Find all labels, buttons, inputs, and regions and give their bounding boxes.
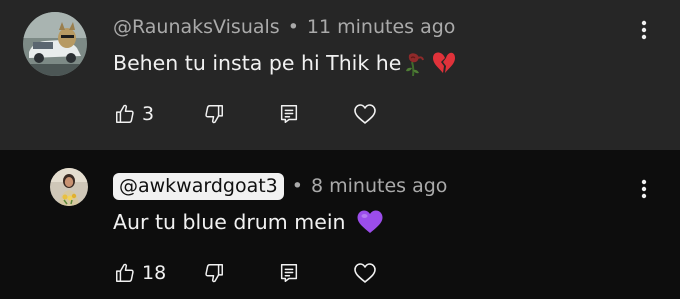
separator-dot: • xyxy=(291,175,303,197)
comment-text: Aur tu blue drum mein xyxy=(113,210,346,234)
separator-dot: • xyxy=(287,16,299,38)
author-name[interactable]: @RaunaksVisuals xyxy=(113,16,280,38)
heart-icon xyxy=(353,103,377,125)
comment-raunaksvisuals: @RaunaksVisuals • 11 minutes ago Behen t… xyxy=(0,0,680,150)
heart-icon xyxy=(353,262,377,284)
heart-button[interactable] xyxy=(353,101,377,127)
wilted-rose-emoji xyxy=(403,50,427,76)
comment-text-row: Aur tu blue drum mein xyxy=(113,206,384,238)
purple-heart-emoji xyxy=(356,209,384,235)
dislike-button[interactable] xyxy=(203,260,225,286)
comment-meta: @awkwardgoat3 • 8 minutes ago xyxy=(113,172,447,200)
comment-text-row: Behen tu insta pe hi Thik he xyxy=(113,48,457,78)
reply-icon xyxy=(278,103,300,125)
like-count: 3 xyxy=(142,103,155,125)
more-vert-icon xyxy=(641,20,647,44)
thumbs-up-icon xyxy=(114,103,136,125)
broken-heart-emoji xyxy=(431,51,457,75)
thumbs-up-icon xyxy=(114,262,136,284)
dislike-button[interactable] xyxy=(203,101,225,127)
heart-button[interactable] xyxy=(353,260,377,286)
comment-timestamp[interactable]: 8 minutes ago xyxy=(311,175,447,197)
like-button[interactable]: 18 xyxy=(114,260,166,286)
more-options-button[interactable] xyxy=(634,176,654,206)
reply-icon xyxy=(278,262,300,284)
like-button[interactable]: 3 xyxy=(114,101,154,127)
thumbs-down-icon xyxy=(203,103,225,125)
car-avatar[interactable] xyxy=(23,12,87,76)
reply-button[interactable] xyxy=(278,101,300,127)
thumbs-down-icon xyxy=(203,262,225,284)
comment-timestamp[interactable]: 11 minutes ago xyxy=(307,16,456,38)
more-vert-icon xyxy=(641,179,647,203)
author-name[interactable]: @awkwardgoat3 xyxy=(113,172,284,200)
reply-button[interactable] xyxy=(278,260,300,286)
person-avatar[interactable] xyxy=(50,168,88,206)
comment-awkwardgoat3: @awkwardgoat3 • 8 minutes ago Aur tu blu… xyxy=(0,150,680,299)
like-count: 18 xyxy=(142,262,167,284)
comment-meta: @RaunaksVisuals • 11 minutes ago xyxy=(113,13,455,41)
comment-text: Behen tu insta pe hi Thik he xyxy=(113,51,402,75)
more-options-button[interactable] xyxy=(634,17,654,47)
